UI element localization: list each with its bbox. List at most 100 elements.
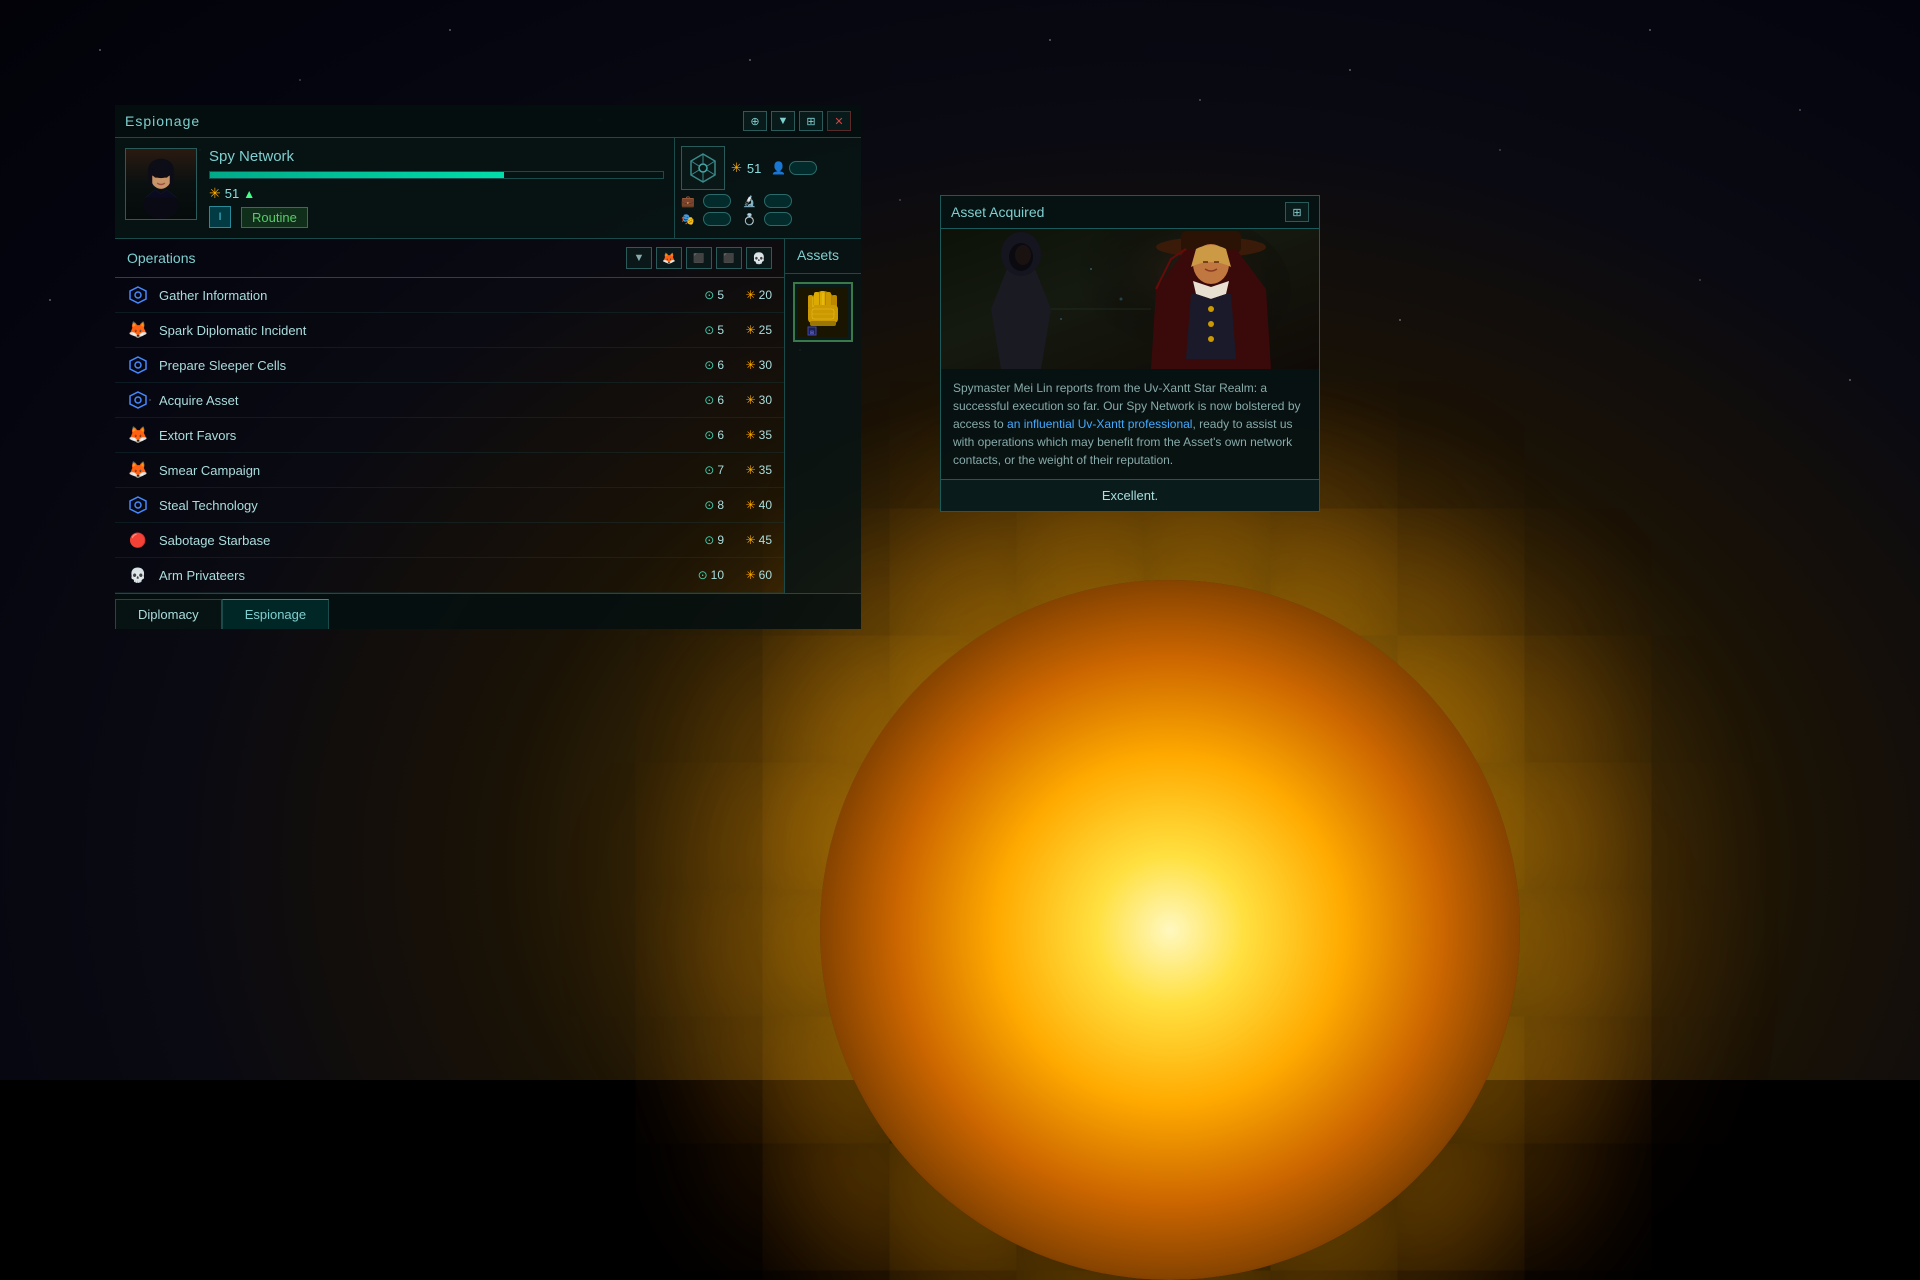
network-icons-row3: 🎭 💍 — [681, 212, 855, 226]
op-spark-power: ✳ 25 — [740, 323, 772, 337]
arm-cost-icon: ⊙ — [698, 568, 708, 582]
briefcase-icon: 💼 — [681, 195, 695, 208]
sabotage-power-icon: ✳ — [746, 533, 756, 547]
filter-all-button[interactable]: ▼ — [626, 247, 652, 269]
assets-grid: ⊞ — [785, 274, 861, 350]
op-arm-power: ✳ 60 — [740, 568, 772, 582]
extort-cost-val: 6 — [717, 428, 724, 442]
emblem-svg — [687, 152, 719, 184]
op-sabotage-starbase[interactable]: 🔴 Sabotage Starbase ⊙ 9 ✳ 45 — [115, 523, 784, 558]
assets-header: Assets — [785, 239, 861, 274]
op-extort-name: Extort Favors — [159, 428, 692, 443]
spy-progress-bar — [209, 171, 664, 179]
popup-close-button[interactable]: ⊞ — [1285, 202, 1309, 222]
sabotage-cost-icon: ⊙ — [704, 533, 714, 547]
op-arm-privateers[interactable]: 💀 Arm Privateers ⊙ 10 ✳ 60 — [115, 558, 784, 593]
right-network: ✳ 51 👤 💼 🔬 🎭 — [675, 138, 861, 238]
op-spark-diplomatic[interactable]: 🦊 Spark Diplomatic Incident ⊙ 5 ✳ 25 — [115, 313, 784, 348]
spark-cost-icon: ⊙ — [704, 323, 714, 337]
op-gather-cost: ⊙ 5 — [692, 288, 724, 302]
op-gather-information[interactable]: Gather Information ⊙ 5 ✳ 20 — [115, 278, 784, 313]
extort-power-icon: ✳ — [746, 428, 756, 442]
op-acquire-stats: ⊙ 6 ✳ 30 — [692, 393, 772, 407]
artwork-svg — [941, 229, 1319, 369]
steal-cost-icon: ⊙ — [704, 498, 714, 512]
asset-popup: Asset Acquired ⊞ — [940, 195, 1320, 512]
smear-cost-icon: ⊙ — [704, 463, 714, 477]
sabotage-power-val: 45 — [759, 533, 772, 547]
popup-artwork — [941, 229, 1319, 369]
op-smear-power: ✳ 35 — [740, 463, 772, 477]
extort-power-val: 35 — [759, 428, 772, 442]
filter-blue-button[interactable]: ⬛ — [716, 247, 742, 269]
op-arm-stats: ⊙ 10 ✳ 60 — [692, 568, 772, 582]
spark-power-icon: ✳ — [746, 323, 756, 337]
popup-confirm-button[interactable]: Excellent. — [941, 480, 1319, 511]
tab-diplomacy[interactable]: Diplomacy — [115, 599, 222, 629]
spy-avatar — [125, 148, 197, 220]
spy-status-row: ✳ 51 ▲ — [209, 185, 664, 202]
op-spark-icon: 🦊 — [127, 319, 149, 341]
op-extort-power: ✳ 35 — [740, 428, 772, 442]
filter-fox-button[interactable]: 🦊 — [656, 247, 682, 269]
op-smear-campaign[interactable]: 🦊 Smear Campaign ⊙ 7 ✳ 35 — [115, 453, 784, 488]
op-sabotage-icon: 🔴 — [127, 529, 149, 551]
op-extort-cost: ⊙ 6 — [692, 428, 724, 442]
spark-power-val: 25 — [759, 323, 772, 337]
ring-icon: 💍 — [743, 213, 757, 226]
toggle-3 — [764, 194, 792, 208]
title-bar: Espionage ⊕ ▼ ⊞ ✕ — [115, 105, 861, 138]
op-gather-stats: ⊙ 5 ✳ 20 — [692, 288, 772, 302]
op-spark-cost: ⊙ 5 — [692, 323, 724, 337]
op-steal-technology[interactable]: Steal Technology ⊙ 8 ✳ 40 — [115, 488, 784, 523]
op-extort-favors[interactable]: 🦊 Extort Favors ⊙ 6 ✳ 35 — [115, 418, 784, 453]
tab-espionage[interactable]: Espionage — [222, 599, 329, 629]
acquire-power-icon: ✳ — [746, 393, 756, 407]
toggle-2 — [703, 194, 731, 208]
spark-cost-val: 5 — [717, 323, 724, 337]
op-sleeper-icon — [127, 354, 149, 376]
asset-item-1[interactable]: ⊞ — [793, 282, 853, 342]
ops-filters: ▼ 🦊 ⬛ ⬛ 💀 — [626, 247, 772, 269]
op-spark-name: Spark Diplomatic Incident — [159, 323, 692, 338]
op-acquire-icon — [127, 389, 149, 411]
op-gather-icon — [127, 284, 149, 306]
assets-title: Assets — [797, 247, 839, 263]
popup-link-text: an influential Uv-Xantt professional — [1007, 417, 1192, 431]
op-sleeper-power: ✳ 30 — [740, 358, 772, 372]
op-smear-icon: 🦊 — [127, 459, 149, 481]
settings-button[interactable]: ▼ — [771, 111, 795, 131]
filter-red-button[interactable]: ⬛ — [686, 247, 712, 269]
op-sleeper-cells[interactable]: Prepare Sleeper Cells ⊙ 6 ✳ 30 — [115, 348, 784, 383]
spy-power-value: 51 — [225, 186, 239, 201]
network-emblem-row: ✳ 51 👤 — [681, 146, 855, 190]
assets-column: Assets — [785, 239, 861, 593]
op-sleeper-name: Prepare Sleeper Cells — [159, 358, 692, 373]
op-arm-cost: ⊙ 10 — [692, 568, 724, 582]
operations-column: Operations ▼ 🦊 ⬛ ⬛ 💀 Gather Information — [115, 239, 785, 593]
gather-power-val: 20 — [759, 288, 772, 302]
panel-controls: ⊕ ▼ ⊞ ✕ — [743, 111, 851, 131]
close-button[interactable]: ✕ — [827, 111, 851, 131]
sun-visual — [820, 580, 1520, 1280]
op-acquire-name: Acquire Asset — [159, 393, 692, 408]
op-acquire-asset[interactable]: Acquire Asset ⊙ 6 ✳ 30 — [115, 383, 784, 418]
network-power-icon: ✳ — [731, 160, 742, 176]
op-steal-stats: ⊙ 8 ✳ 40 — [692, 498, 772, 512]
view-button[interactable]: ⊞ — [799, 111, 823, 131]
network-power-value: 51 — [747, 161, 761, 176]
op-arm-icon: 💀 — [127, 564, 149, 586]
acquire-cost-val: 6 — [717, 393, 724, 407]
gather-power-icon: ✳ — [746, 288, 756, 302]
sleeper-power-val: 30 — [759, 358, 772, 372]
gather-cost-val: 5 — [717, 288, 724, 302]
smear-cost-val: 7 — [717, 463, 724, 477]
network-button[interactable]: ⊕ — [743, 111, 767, 131]
acquire-power-val: 30 — [759, 393, 772, 407]
sleeper-power-icon: ✳ — [746, 358, 756, 372]
spy-power: ✳ 51 ▲ — [209, 185, 255, 202]
avatar-svg — [126, 148, 196, 220]
op-smear-stats: ⊙ 7 ✳ 35 — [692, 463, 772, 477]
filter-skull-button[interactable]: 💀 — [746, 247, 772, 269]
op-smear-name: Smear Campaign — [159, 463, 692, 478]
